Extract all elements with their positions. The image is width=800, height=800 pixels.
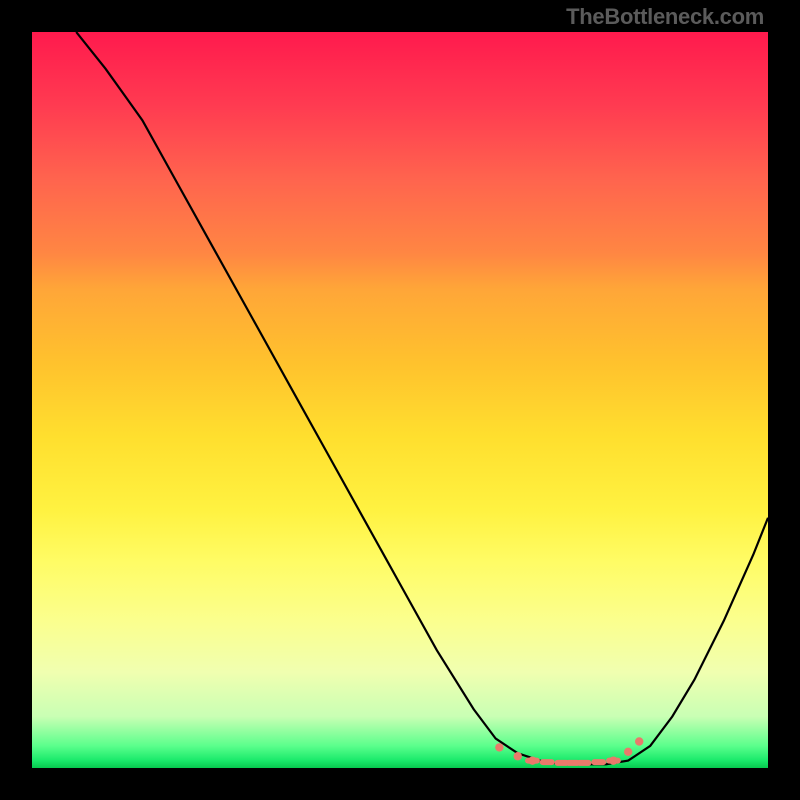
- optimal-zone-dot: [609, 756, 617, 764]
- chart-plot-area: [32, 32, 768, 768]
- optimal-zone-dot: [514, 752, 522, 760]
- optimal-zone-markers: [495, 737, 643, 765]
- bottleneck-curve: [76, 32, 768, 764]
- optimal-zone-dot: [495, 743, 503, 751]
- optimal-zone-dot: [635, 737, 643, 745]
- watermark-text: TheBottleneck.com: [566, 4, 764, 30]
- optimal-zone-dot: [528, 756, 536, 764]
- bottleneck-curve-svg: [32, 32, 768, 768]
- optimal-zone-dot: [624, 748, 632, 756]
